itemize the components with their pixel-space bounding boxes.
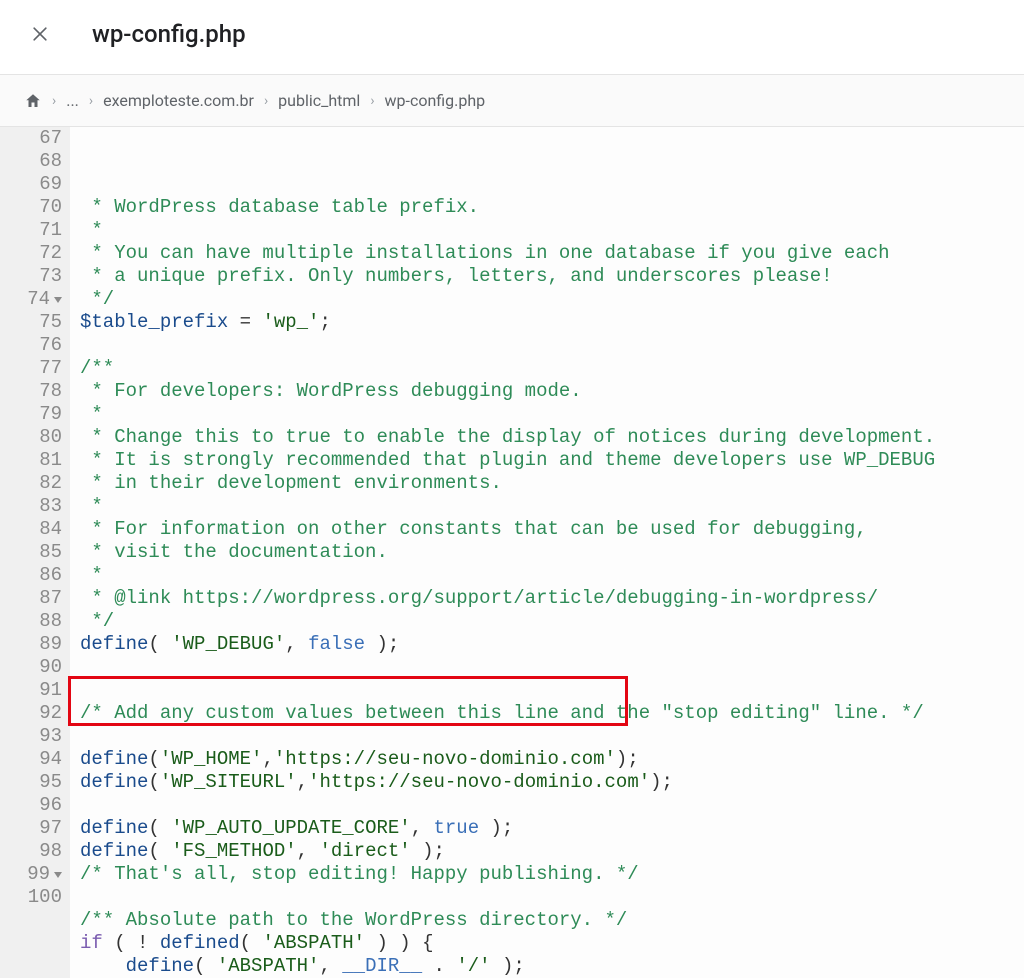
code-line[interactable]: *	[80, 495, 935, 518]
code-line[interactable]: define( 'WP_AUTO_UPDATE_CORE', true );	[80, 817, 935, 840]
line-number: 90	[4, 656, 62, 679]
line-number: 85	[4, 541, 62, 564]
code-line[interactable]: * a unique prefix. Only numbers, letters…	[80, 265, 935, 288]
line-number: 78	[4, 380, 62, 403]
line-number: 92	[4, 702, 62, 725]
code-line[interactable]: /* That's all, stop editing! Happy publi…	[80, 863, 935, 886]
line-number: 73	[4, 265, 62, 288]
line-number: 87	[4, 587, 62, 610]
code-line[interactable]: * For developers: WordPress debugging mo…	[80, 380, 935, 403]
line-number: 79	[4, 403, 62, 426]
code-line[interactable]: $table_prefix = 'wp_';	[80, 311, 935, 334]
line-number: 75	[4, 311, 62, 334]
line-number: 86	[4, 564, 62, 587]
code-line[interactable]	[80, 679, 935, 702]
line-number: 67	[4, 127, 62, 150]
chevron-right-icon: ›	[264, 93, 268, 109]
code-line[interactable]: */	[80, 288, 935, 311]
line-number: 77	[4, 357, 62, 380]
line-number: 76	[4, 334, 62, 357]
code-line[interactable]: * @link https://wordpress.org/support/ar…	[80, 587, 935, 610]
editor-header: wp-config.php	[0, 0, 1024, 75]
line-number: 71	[4, 219, 62, 242]
breadcrumb-segment[interactable]: public_html	[278, 91, 360, 110]
chevron-right-icon: ›	[52, 93, 56, 109]
line-number: 100	[4, 886, 62, 909]
line-number: 88	[4, 610, 62, 633]
code-line[interactable]: * visit the documentation.	[80, 541, 935, 564]
code-line[interactable]: * For information on other constants tha…	[80, 518, 935, 541]
code-line[interactable]: * It is strongly recommended that plugin…	[80, 449, 935, 472]
code-line[interactable]: * You can have multiple installations in…	[80, 242, 935, 265]
code-line[interactable]	[80, 334, 935, 357]
code-line[interactable]: *	[80, 403, 935, 426]
code-line[interactable]: define( 'ABSPATH', __DIR__ . '/' );	[80, 955, 935, 978]
code-line[interactable]	[80, 794, 935, 817]
code-line[interactable]: * in their development environments.	[80, 472, 935, 495]
line-number: 82	[4, 472, 62, 495]
line-number: 94	[4, 748, 62, 771]
line-number: 93	[4, 725, 62, 748]
line-number: 72	[4, 242, 62, 265]
line-number: 98	[4, 840, 62, 863]
line-number: 99	[4, 863, 62, 886]
line-number: 70	[4, 196, 62, 219]
file-title: wp-config.php	[92, 20, 246, 48]
breadcrumb-ellipsis[interactable]: ...	[66, 91, 79, 110]
code-area[interactable]: * WordPress database table prefix. * * Y…	[70, 127, 935, 978]
code-line[interactable]: *	[80, 564, 935, 587]
breadcrumb: › ... › exemploteste.com.br › public_htm…	[0, 75, 1024, 127]
code-line[interactable]	[80, 725, 935, 748]
code-line[interactable]: */	[80, 610, 935, 633]
line-number: 95	[4, 771, 62, 794]
line-number: 91	[4, 679, 62, 702]
line-number: 89	[4, 633, 62, 656]
code-line[interactable]: define('WP_HOME','https://seu-novo-domin…	[80, 748, 935, 771]
breadcrumb-segment[interactable]: wp-config.php	[385, 91, 486, 110]
code-line[interactable]: /** Absolute path to the WordPress direc…	[80, 909, 935, 932]
close-button[interactable]	[24, 18, 56, 50]
code-line[interactable]: define( 'FS_METHOD', 'direct' );	[80, 840, 935, 863]
line-number: 68	[4, 150, 62, 173]
chevron-right-icon: ›	[89, 93, 93, 109]
line-number-gutter: 6768697071727374757677787980818283848586…	[0, 127, 70, 978]
line-number: 69	[4, 173, 62, 196]
line-number: 97	[4, 817, 62, 840]
line-number: 84	[4, 518, 62, 541]
line-number: 81	[4, 449, 62, 472]
breadcrumb-segment[interactable]: exemploteste.com.br	[103, 91, 254, 110]
code-line[interactable]	[80, 886, 935, 909]
code-line[interactable]	[80, 656, 935, 679]
fold-toggle-icon[interactable]	[54, 872, 62, 878]
code-line[interactable]: *	[80, 219, 935, 242]
fold-toggle-icon[interactable]	[54, 297, 62, 303]
code-line[interactable]: /**	[80, 357, 935, 380]
code-line[interactable]: /* Add any custom values between this li…	[80, 702, 935, 725]
line-number: 83	[4, 495, 62, 518]
line-number: 74	[4, 288, 62, 311]
chevron-right-icon: ›	[370, 93, 374, 109]
code-line[interactable]: if ( ! defined( 'ABSPATH' ) ) {	[80, 932, 935, 955]
code-line[interactable]: define('WP_SITEURL','https://seu-novo-do…	[80, 771, 935, 794]
code-editor[interactable]: 6768697071727374757677787980818283848586…	[0, 127, 1024, 978]
close-icon	[30, 24, 50, 44]
line-number: 80	[4, 426, 62, 449]
code-line[interactable]: define( 'WP_DEBUG', false );	[80, 633, 935, 656]
line-number: 96	[4, 794, 62, 817]
code-line[interactable]: * Change this to true to enable the disp…	[80, 426, 935, 449]
code-line[interactable]: * WordPress database table prefix.	[80, 196, 935, 219]
home-icon[interactable]	[24, 92, 42, 110]
